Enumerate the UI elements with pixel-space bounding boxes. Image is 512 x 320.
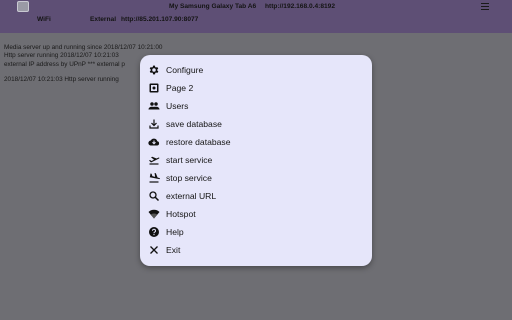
gear-icon [148,64,160,76]
menu-item-label: Help [166,226,184,237]
help-icon [148,226,160,238]
search-icon [148,190,160,202]
menu-item-save-database[interactable]: save database [148,115,364,132]
menu-item-users[interactable]: Users [148,97,364,114]
landing-icon [148,172,160,184]
takeoff-icon [148,154,160,166]
menu-item-stop-service[interactable]: stop service [148,169,364,186]
app-icon [17,1,29,12]
menu-item-label: save database [166,118,222,129]
options-menu-dialog: Configure Page 2 Users save database res… [140,55,372,266]
menu-item-label: start service [166,154,213,165]
device-title: My Samsung Galaxy Tab A6 [169,3,257,10]
menu-item-label: Page 2 [166,82,194,93]
menu-item-help[interactable]: Help [148,223,364,240]
download-icon [148,118,160,130]
menu-item-start-service[interactable]: start service [148,151,364,168]
menu-item-label: Hotspot [166,208,196,219]
menu-item-label: Users [166,100,189,111]
log-line: external IP address by UPnP *** external… [4,60,125,68]
page-icon [148,82,160,94]
menu-item-page-2[interactable]: Page 2 [148,79,364,96]
log-line: Media server up and running since 2018/1… [4,44,163,51]
close-icon [148,244,160,256]
menu-item-hotspot[interactable]: Hotspot [148,205,364,222]
menu-item-restore-database[interactable]: restore database [148,133,364,150]
menu-icon[interactable] [481,3,489,10]
wifi-icon [148,208,160,220]
wifi-label: WiFi [37,16,51,23]
menu-item-label: Exit [166,244,181,255]
external-label: External [90,16,117,23]
users-icon [148,100,160,112]
menu-item-exit[interactable]: Exit [148,241,364,258]
menu-item-label: restore database [166,136,231,147]
menu-item-configure[interactable]: Configure [148,61,364,78]
server-log: Media server up and running since 2018/1… [4,44,162,85]
menu-item-external-url[interactable]: external URL [148,187,364,204]
cloud-download-icon [148,136,160,148]
menu-item-label: external URL [166,190,217,201]
local-url[interactable]: http://192.168.0.4:8192 [265,3,335,10]
menu-item-label: Configure [166,64,204,75]
top-bar: My Samsung Galaxy Tab A6 http://192.168.… [0,0,512,33]
log-line: Http server running 2018/12/07 10:21:03 [4,52,119,60]
external-url[interactable]: http://85.201.107.90:8077 [121,16,198,23]
menu-item-label: stop service [166,172,212,183]
log-line: 2018/12/07 10:21:03 Http server running [4,76,119,84]
